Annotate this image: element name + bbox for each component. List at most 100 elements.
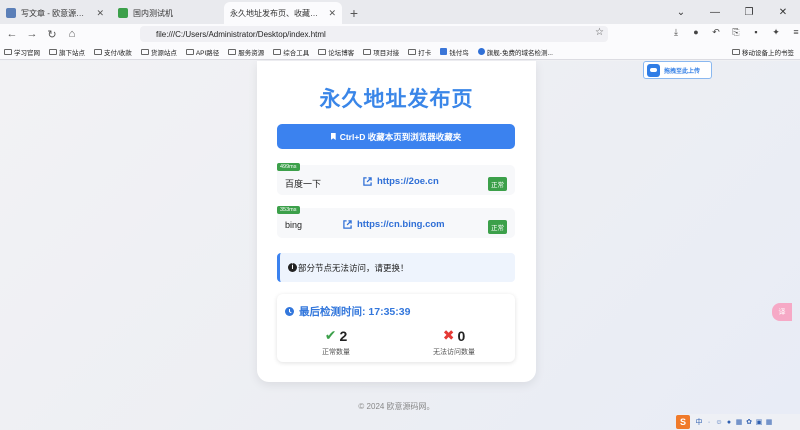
keyboard-icon[interactable]: ▦ [734,418,744,426]
bookmark-folder[interactable]: 项目对接 [363,47,399,57]
folder-icon [408,48,417,55]
ok-label: 正常数量 [322,349,350,356]
status-badge: 正常 [488,177,507,191]
folder-icon [228,48,237,55]
external-link-icon [343,220,352,229]
latency-badge: 499ms [277,163,300,171]
new-tab-button[interactable]: + [344,2,364,24]
restore-icon[interactable]: ❐ [732,7,766,18]
cloud-upload-icon [647,63,660,77]
account-icon[interactable]: ● [686,27,706,38]
bookmark-folder[interactable]: API路径 [185,47,220,57]
upload-label: 拖拽至此上传 [664,68,701,75]
check-icon: ✔ [324,327,337,343]
extension-icon[interactable]: ▪ [746,27,766,38]
upload-button[interactable]: 拖拽至此上传 [643,61,712,79]
page-title: 永久地址发布页 [319,88,474,111]
last-check-label: 最后检测时间: 17:35:39 [299,306,411,318]
word-favicon-icon [6,8,16,18]
info-icon: i [288,263,297,272]
mobile-bookmarks[interactable]: 移动设备上的书签 [732,47,794,57]
bookmark-label: 学习官网 [14,49,40,57]
site-icon [477,48,485,55]
site-row: 353ms bing https://cn.bing.com 正常 [277,206,515,238]
site-link-label: https://cn.bing.com [357,219,445,230]
punct-icon[interactable]: · [704,419,714,426]
folder-icon [94,48,102,55]
sogou-icon[interactable]: S [676,415,690,429]
emoji-icon[interactable]: ☺ [714,419,724,426]
folder-icon [363,48,372,55]
site-icon [440,48,448,55]
bookmark-site[interactable]: 旗舰-免费的域名检测... [477,47,553,57]
latency-badge: 353ms [277,206,300,214]
lang-icon[interactable]: 中 [694,417,704,427]
site-link[interactable]: https://2oe.cn [363,176,439,187]
site-link[interactable]: https://cn.bing.com [343,219,445,230]
folder-icon [140,48,149,55]
bookmark-label: 综合工具 [283,49,310,57]
translate-tool-button[interactable]: 译 [772,303,792,321]
close-icon[interactable]: ✕ [328,8,336,19]
folder-icon [318,48,327,55]
tab-label: 国内测试机 [133,8,173,18]
bookmark-label: 旗下站点 [59,49,85,57]
back-icon[interactable]: ← [2,28,22,40]
bookmark-label: 打卡 [418,49,432,57]
bookmark-folder[interactable]: 综合工具 [273,47,309,57]
share-icon[interactable]: ⎘ [726,27,746,38]
list-tabs-icon[interactable]: ⌄ [664,7,698,18]
menu-icon[interactable]: ≡ [786,27,800,38]
toolbox-icon[interactable]: ▣ [754,418,764,426]
bookmark-folder[interactable]: 支付/收款 [94,47,132,57]
download-icon[interactable]: ⤓ [666,27,686,38]
forward-icon[interactable]: → [22,28,42,40]
bookmark-folder[interactable]: 货源站点 [140,47,177,57]
fail-stat: ✖ 0 无法访问数量 [399,327,509,357]
puzzle-icon[interactable]: ✦ [766,27,786,38]
skin-icon[interactable]: ✿ [744,418,754,426]
bookmark-label: 支付/收款 [104,49,132,57]
fail-label: 无法访问数量 [433,349,475,356]
notice-banner: i 部分节点无法访问，请更换！ [277,253,515,282]
mic-icon[interactable]: ● [724,419,734,426]
stats-panel: 最后检测时间: 17:35:39 ✔ 2 正常数量 ✖ 0 无法访问数量 [277,294,515,362]
bookmark-folder[interactable]: 学习官网 [4,47,40,57]
footer: © 2024 欧意源码网。 [358,402,435,411]
bookmark-label: 旗舰-免费的域名检测... [486,49,553,57]
bookmark-label: 论坛博客 [328,49,355,57]
side-tool-label: 译 [778,309,786,316]
bookmark-folder[interactable]: 旗下站点 [49,47,85,57]
tab-active[interactable]: 永久地址发布页、收藏我回家不迷 ✕ [224,2,342,24]
home-icon[interactable]: ⌂ [62,28,82,40]
close-icon[interactable]: ✕ [96,8,104,19]
apps-icon[interactable]: ▦ [764,418,774,426]
notice-text: 部分节点无法访问，请更换！ [298,262,409,273]
tab-word[interactable]: 写文章 - 欧意源码网 — Word ✕ [0,2,110,24]
folder-icon [4,48,12,55]
external-link-icon [363,177,372,186]
minimize-icon[interactable]: — [698,7,732,18]
main-card: 永久地址发布页 Ctrl+D 收藏本页到浏览器收藏夹 499ms 百度一下 ht… [257,61,536,382]
star-icon[interactable]: ☆ [595,27,604,38]
last-check: 最后检测时间: 17:35:39 [285,304,410,319]
bookmarks-bar: 学习官网 旗下站点 支付/收款 货源站点 API路径 服务资源 综合工具 论坛博… [0,44,800,60]
bookmark-icon [330,133,336,140]
bookmark-label: 钱付鸟 [449,49,469,57]
bookmark-folder[interactable]: 打卡 [408,47,431,57]
undo-icon[interactable]: ↶ [706,27,726,38]
bookmark-label: API路径 [195,49,220,57]
bookmark-page-button[interactable]: Ctrl+D 收藏本页到浏览器收藏夹 [277,124,515,149]
fail-count: 0 [457,327,466,344]
tab-test[interactable]: 国内测试机 [112,2,222,24]
reload-icon[interactable]: ↻ [42,28,62,41]
cross-icon: ✖ [442,327,455,343]
bookmark-site[interactable]: 钱付鸟 [440,47,469,57]
address-bar[interactable]: file:///C:/Users/Administrator/Desktop/i… [140,26,608,42]
bookmark-folder[interactable]: 服务资源 [228,47,264,57]
shield-favicon-icon [118,8,128,18]
tab-label: 写文章 - 欧意源码网 — Word [21,8,91,18]
close-window-icon[interactable]: ✕ [766,7,800,18]
site-row: 499ms 百度一下 https://2oe.cn 正常 [277,163,515,195]
bookmark-folder[interactable]: 论坛博客 [318,47,354,57]
